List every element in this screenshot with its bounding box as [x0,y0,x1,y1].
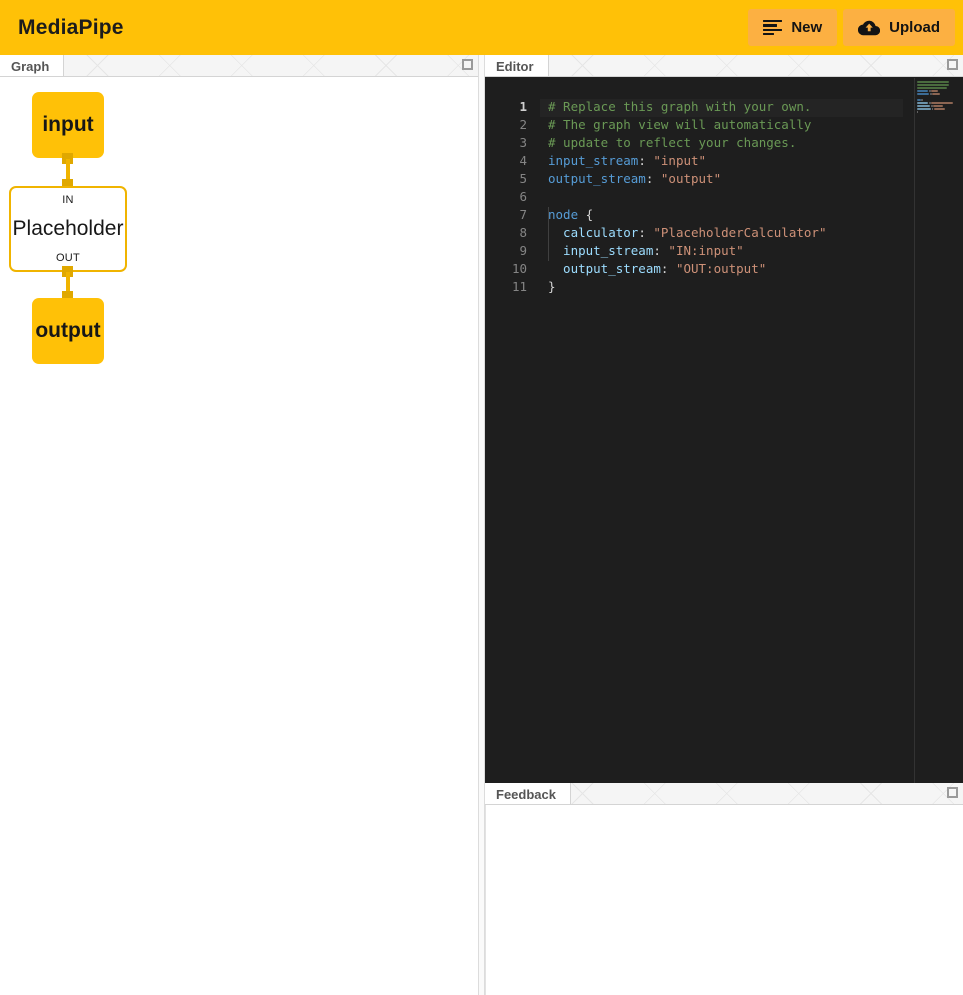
line-number: 1 [485,98,527,116]
tab-editor[interactable]: Editor [485,55,549,77]
tab-feedback-label: Feedback [496,787,556,802]
minimap-line [930,93,932,95]
graph-panel-header: Graph [0,55,478,77]
graph-maximize-icon[interactable] [462,59,473,70]
feedback-maximize-icon[interactable] [947,787,958,798]
line-number: 4 [485,152,527,170]
minimap-line [917,111,918,113]
graph-node-input[interactable]: input [32,92,104,158]
code-line[interactable]: 10 output_stream: "OUT:output" [485,260,963,278]
line-number: 11 [485,278,527,296]
minimap-line [917,108,931,110]
graph-node-placeholder[interactable]: IN Placeholder OUT [9,186,127,272]
minimap-line [933,105,942,107]
minimap-line [932,108,934,110]
line-number: 7 [485,206,527,224]
app-header: MediaPipe New Upload [0,0,963,55]
graph-node-placeholder-in-label: IN [62,194,74,206]
minimap-line [931,102,952,104]
code-line[interactable]: 4 input_stream: "input" [485,152,963,170]
tab-graph-label: Graph [11,59,49,74]
code-line-text: node { [548,206,593,224]
code-line[interactable]: 9 input_stream: "IN:input" [485,242,963,260]
code-lines[interactable]: 1 # Replace this graph with your own. 2 # T… [485,98,963,296]
graph-node-output-label: output [35,319,100,343]
minimap-line [917,105,930,107]
code-line-text: calculator: "PlaceholderCalculator" [548,224,826,242]
feedback-panel: Feedback [485,783,963,995]
minimap-line [917,99,921,101]
minimap-line [917,90,928,92]
code-line-text: # update to reflect your changes. [548,134,796,152]
new-button[interactable]: New [748,9,837,46]
code-line[interactable]: 11} [485,278,963,296]
minimap-line [917,81,949,83]
app-title: MediaPipe [18,16,124,40]
code-line[interactable]: 6 [485,188,963,206]
edge-input-to-placeholder [66,159,70,181]
graph-node-output[interactable]: output [32,298,104,364]
graph-node-placeholder-label: Placeholder [13,217,124,241]
line-number: 8 [485,224,527,242]
code-line[interactable]: 1 # Replace this graph with your own. [485,98,963,116]
line-number: 6 [485,188,527,206]
code-line[interactable]: 7 node { [485,206,963,224]
editor-panel-header: Editor [485,55,963,77]
code-line-text: input_stream: "input" [548,152,706,170]
line-number: 2 [485,116,527,134]
tab-feedback[interactable]: Feedback [485,783,571,805]
editor-maximize-icon[interactable] [947,59,958,70]
vertical-splitter[interactable] [478,55,485,995]
line-number: 9 [485,242,527,260]
line-number: 10 [485,260,527,278]
code-line-text: # The graph view will automatically [548,116,811,134]
code-line-text: output_stream: "OUT:output" [548,260,766,278]
line-number: 3 [485,134,527,152]
code-line[interactable]: 5 output_stream: "output" [485,170,963,188]
new-button-label: New [791,19,822,36]
editor-panel: Editor 1 # Replace this graph with your o… [485,55,963,783]
tab-editor-label: Editor [496,59,534,74]
minimap-line [931,105,933,107]
code-line-text: output_stream: "output" [548,170,721,188]
minimap-line [917,87,947,89]
feedback-content [485,805,963,995]
code-line[interactable]: 3 # update to reflect your changes. [485,134,963,152]
code-line[interactable]: 8 calculator: "PlaceholderCalculator" [485,224,963,242]
code-editor[interactable]: 1 # Replace this graph with your own. 2 # T… [485,77,963,783]
minimap-line [929,90,931,92]
minimap-line [917,84,949,86]
minimap-line [932,93,939,95]
minimap-line [917,93,929,95]
code-line-text: input_stream: "IN:input" [548,242,744,260]
graph-canvas[interactable]: input IN Placeholder OUT output [0,77,478,995]
cloud-upload-icon [858,19,880,36]
tab-graph[interactable]: Graph [0,55,64,77]
minimap-line [934,108,945,110]
graph-panel: Graph input IN Placeholder OUT output [0,55,478,995]
list-lines-icon [763,20,782,35]
graph-node-placeholder-out-label: OUT [56,252,80,264]
upload-button[interactable]: Upload [843,9,955,46]
app-header-actions: New Upload [748,9,955,46]
code-line-text: # Replace this graph with your own. [548,98,811,116]
code-line[interactable]: 2 # The graph view will automatically [485,116,963,134]
editor-minimap[interactable] [914,78,962,783]
minimap-line [931,90,937,92]
feedback-panel-header: Feedback [485,783,963,805]
upload-button-label: Upload [889,19,940,36]
minimap-line [921,99,923,101]
code-line-text: } [548,278,556,296]
graph-node-input-label: input [42,113,93,137]
minimap-line [917,102,928,104]
minimap-line [929,102,931,104]
line-number: 5 [485,170,527,188]
